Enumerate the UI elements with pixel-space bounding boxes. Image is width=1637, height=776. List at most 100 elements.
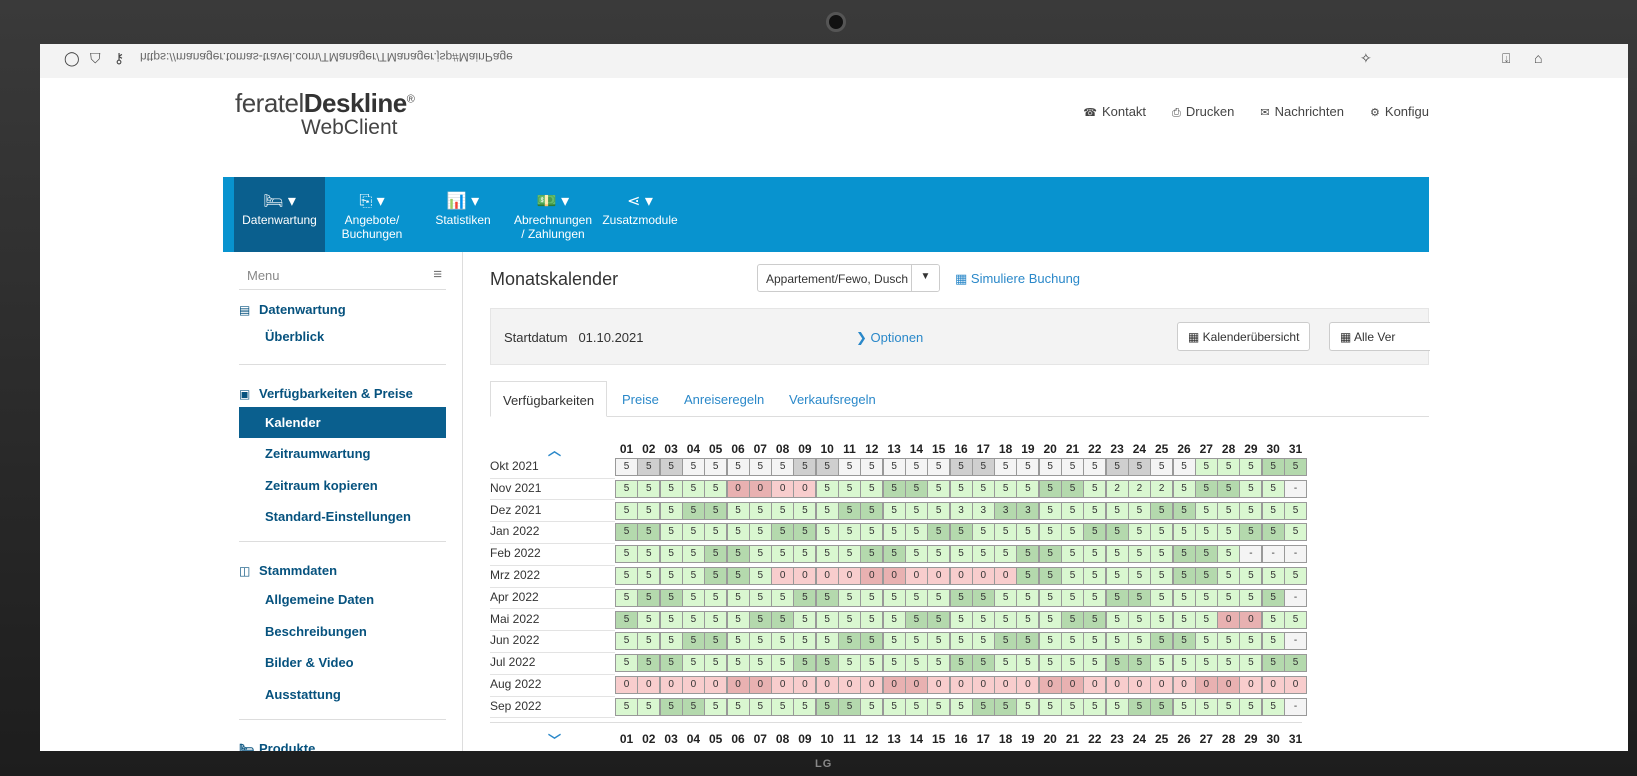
availability-cell[interactable]: 5: [1061, 479, 1084, 498]
availability-cell[interactable]: 5: [949, 458, 973, 476]
availability-cell[interactable]: 5: [1261, 479, 1285, 498]
availability-cell[interactable]: 5: [681, 588, 705, 607]
availability-cell[interactable]: 5: [1284, 654, 1307, 673]
nav-zusatzmodule[interactable]: ⋖ ▾ Zusatzmodule: [595, 177, 685, 252]
availability-cell[interactable]: 5: [815, 654, 839, 673]
availability-cell[interactable]: 5: [1150, 632, 1174, 651]
availability-cell[interactable]: 5: [882, 545, 906, 564]
availability-cell[interactable]: 5: [1172, 610, 1196, 629]
availability-cell[interactable]: 5: [1127, 588, 1151, 607]
availability-cell[interactable]: 5: [637, 632, 661, 651]
availability-cell[interactable]: 5: [904, 632, 928, 651]
sidebar-item-bilder-video[interactable]: Bilder & Video: [239, 647, 446, 678]
availability-cell[interactable]: 0: [949, 676, 973, 694]
availability-cell[interactable]: 5: [726, 632, 750, 651]
availability-cell[interactable]: 5: [838, 545, 861, 564]
availability-cell[interactable]: 0: [1239, 676, 1263, 694]
availability-cell[interactable]: 5: [659, 567, 683, 585]
availability-cell[interactable]: 5: [1172, 501, 1196, 520]
availability-cell[interactable]: 5: [1127, 567, 1151, 585]
availability-cell[interactable]: 5: [659, 545, 683, 564]
availability-cell[interactable]: 5: [771, 588, 795, 607]
availability-cell[interactable]: 5: [1083, 654, 1107, 673]
availability-cell[interactable]: 5: [726, 545, 750, 564]
availability-cell[interactable]: 5: [1217, 654, 1241, 673]
availability-cell[interactable]: 5: [994, 610, 1018, 629]
availability-cell[interactable]: 5: [1261, 697, 1285, 716]
availability-cell[interactable]: 5: [927, 654, 951, 673]
availability-cell[interactable]: 5: [971, 523, 995, 542]
chevron-down-icon[interactable]: ▼: [911, 265, 939, 291]
availability-cell[interactable]: 3: [994, 501, 1018, 520]
availability-cell[interactable]: 5: [1127, 610, 1151, 629]
availability-cell[interactable]: 5: [838, 632, 861, 651]
nav-statistiken[interactable]: 📊 ▾ Statistiken: [423, 177, 503, 252]
availability-cell[interactable]: 5: [637, 545, 661, 564]
availability-cell[interactable]: 5: [994, 588, 1018, 607]
availability-cell[interactable]: 5: [637, 523, 661, 542]
availability-cell[interactable]: 5: [748, 654, 772, 673]
availability-cell[interactable]: 5: [838, 523, 861, 542]
tab-verkaufsregeln[interactable]: Verkaufsregeln: [777, 381, 888, 417]
availability-cell[interactable]: 5: [838, 654, 861, 673]
availability-cell[interactable]: 5: [1083, 545, 1107, 564]
shield-icon[interactable]: ⛉: [90, 50, 101, 67]
availability-cell[interactable]: 0: [949, 567, 973, 585]
availability-cell[interactable]: 5: [1150, 458, 1174, 476]
availability-cell[interactable]: 5: [860, 610, 884, 629]
availability-cell[interactable]: 5: [1083, 479, 1107, 498]
availability-cell[interactable]: 5: [771, 545, 795, 564]
availability-cell[interactable]: 5: [882, 610, 906, 629]
hamburger-icon[interactable]: ≡: [433, 266, 442, 283]
availability-cell[interactable]: 5: [927, 545, 951, 564]
availability-cell[interactable]: 0: [726, 676, 750, 694]
availability-cell[interactable]: 5: [1127, 523, 1151, 542]
availability-cell[interactable]: 5: [1127, 545, 1151, 564]
availability-cell[interactable]: 5: [726, 567, 750, 585]
availability-cell[interactable]: 0: [994, 676, 1018, 694]
availability-cell[interactable]: 5: [815, 610, 839, 629]
availability-cell[interactable]: 5: [681, 610, 705, 629]
nav-angebote[interactable]: ⎘ ▾ Angebote/Buchungen: [325, 177, 419, 252]
availability-cell[interactable]: 5: [815, 697, 839, 716]
availability-cell[interactable]: 0: [882, 676, 906, 694]
availability-cell[interactable]: 5: [1061, 545, 1084, 564]
availability-cell[interactable]: 5: [637, 567, 661, 585]
availability-cell[interactable]: 5: [882, 523, 906, 542]
availability-cell[interactable]: 5: [1172, 523, 1196, 542]
availability-cell[interactable]: 5: [1083, 458, 1107, 476]
availability-cell[interactable]: 5: [659, 697, 683, 716]
availability-cell[interactable]: 5: [1194, 479, 1218, 498]
availability-cell[interactable]: 5: [1016, 458, 1040, 476]
availability-cell[interactable]: 5: [1150, 610, 1174, 629]
availability-cell[interactable]: 5: [726, 654, 750, 673]
availability-cell[interactable]: 5: [615, 654, 638, 673]
availability-cell[interactable]: 5: [771, 501, 795, 520]
availability-cell[interactable]: 5: [882, 632, 906, 651]
availability-cell[interactable]: 0: [1150, 676, 1174, 694]
availability-cell[interactable]: 5: [882, 697, 906, 716]
sidebar-section-verfügbarkeiten-preise[interactable]: ▣ Verfügbarkeiten & Preise: [239, 386, 413, 401]
availability-cell[interactable]: 5: [1105, 610, 1129, 629]
menu-header[interactable]: Menu ≡: [239, 260, 446, 290]
availability-cell[interactable]: 5: [1239, 588, 1263, 607]
availability-cell[interactable]: 5: [681, 567, 705, 585]
availability-cell[interactable]: 5: [1284, 523, 1307, 542]
availability-cell[interactable]: 5: [748, 588, 772, 607]
availability-cell[interactable]: 5: [1261, 654, 1285, 673]
availability-cell[interactable]: 5: [1172, 588, 1196, 607]
availability-cell[interactable]: 5: [1016, 697, 1040, 716]
availability-cell[interactable]: 5: [704, 697, 728, 716]
availability-cell[interactable]: 5: [1127, 632, 1151, 651]
availability-cell[interactable]: 0: [1105, 676, 1129, 694]
availability-cell[interactable]: 5: [793, 632, 817, 651]
availability-cell[interactable]: 5: [1217, 588, 1241, 607]
availability-cell[interactable]: 5: [637, 501, 661, 520]
availability-cell[interactable]: 3: [1016, 501, 1040, 520]
availability-cell[interactable]: 0: [927, 676, 951, 694]
availability-cell[interactable]: 5: [726, 501, 750, 520]
sidebar-item-allgemeine-daten[interactable]: Allgemeine Daten: [239, 584, 446, 615]
availability-cell[interactable]: 5: [793, 545, 817, 564]
availability-cell[interactable]: 5: [1016, 610, 1040, 629]
availability-cell[interactable]: 5: [1038, 697, 1062, 716]
